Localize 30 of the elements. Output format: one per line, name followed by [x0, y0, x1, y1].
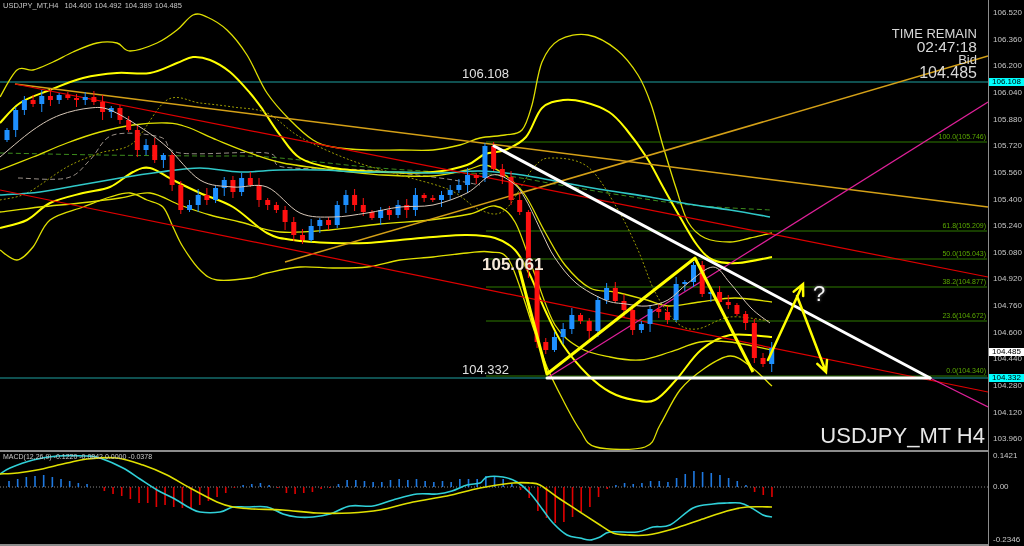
- macd-axis-label: 0.00: [993, 483, 1009, 491]
- time-remaining: 02:47:18: [916, 40, 977, 54]
- price-axis-label: 105.720: [993, 142, 1022, 151]
- price-axis-label: 105.560: [993, 168, 1022, 177]
- price-axis-label: 104.760: [993, 302, 1022, 310]
- bid-price: 104.485: [919, 66, 977, 80]
- price-axis-label: 105.240: [993, 222, 1022, 231]
- price-axis-label: 104.280: [993, 382, 1022, 390]
- question-mark: ?: [813, 283, 826, 305]
- price-axis-label: 103.960: [993, 435, 1022, 444]
- price-axis-label: 104.440: [993, 355, 1022, 364]
- price-tag: 104.485: [989, 348, 1024, 356]
- price-axis-label: 105.080: [993, 248, 1022, 257]
- price-axis-label: 105.400: [993, 195, 1022, 204]
- time-remain-label: TIME REMAIN: [891, 28, 977, 40]
- macd-axis-label: -0.2346: [993, 536, 1021, 544]
- price-axis-label: 106.040: [993, 88, 1022, 97]
- price-axis-label: 106.200: [993, 62, 1022, 71]
- macd-axis-label: 0.1421: [993, 452, 1018, 460]
- price-tag: 104.332: [989, 374, 1024, 382]
- price-tag: 106.108: [989, 78, 1024, 86]
- price-axis-label: 106.360: [993, 35, 1022, 44]
- price-axis-label: 104.920: [993, 275, 1022, 284]
- price-axis-label: 104.600: [993, 328, 1022, 337]
- price-axis-label: 104.120: [993, 408, 1022, 417]
- price-annotation: 106.108: [462, 67, 509, 80]
- price-annotation: 104.332: [462, 363, 509, 376]
- symbol-label: USDJPY_MT H4: [820, 424, 985, 448]
- price-axis-label: 106.520: [993, 9, 1022, 17]
- price-axis-label: 105.880: [993, 115, 1022, 124]
